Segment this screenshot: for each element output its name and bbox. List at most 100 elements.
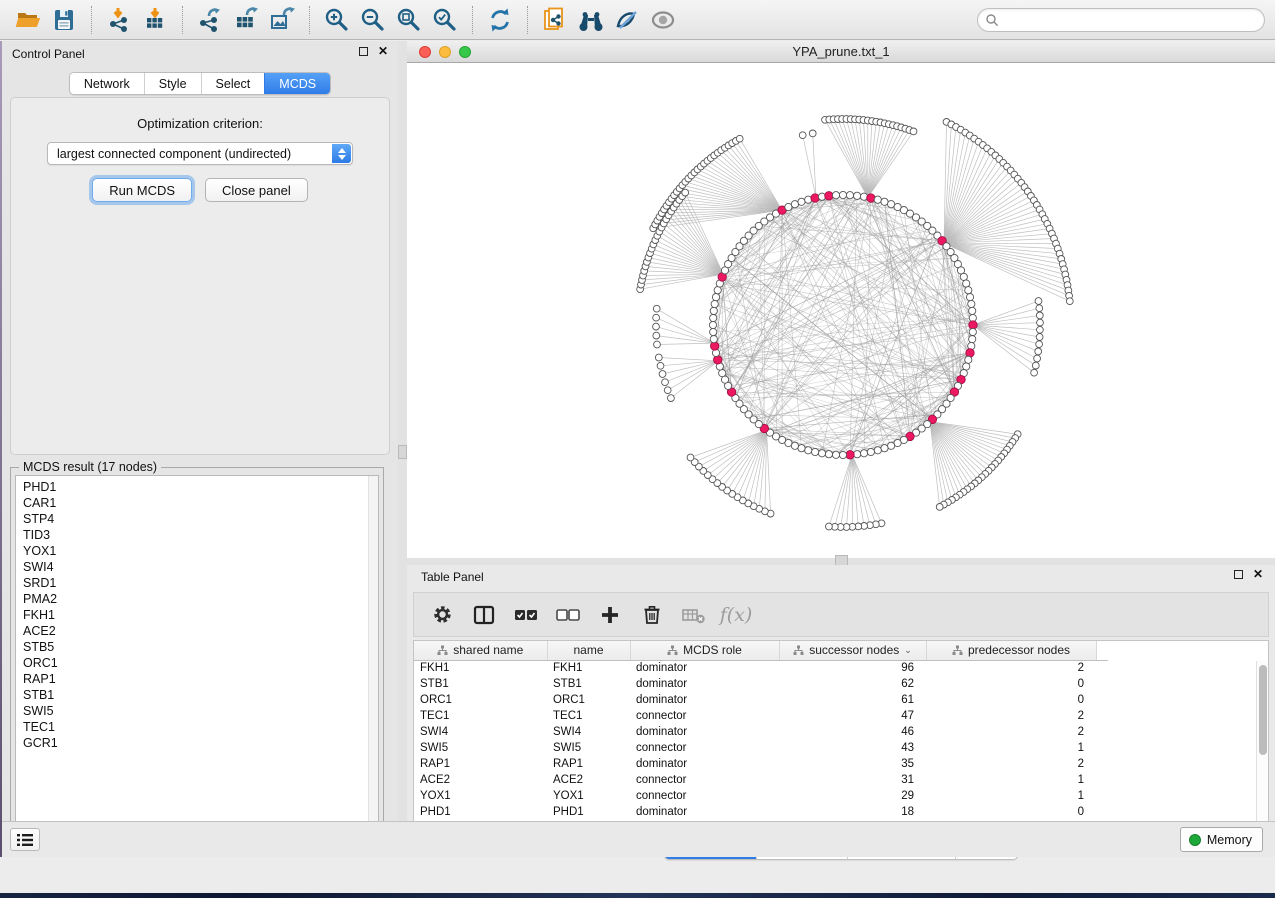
cell-MCDS-role[interactable]: connector bbox=[630, 708, 779, 724]
table-row[interactable]: ACE2ACE2connector311 bbox=[414, 772, 1108, 788]
table-row[interactable]: ORC1ORC1dominator610 bbox=[414, 692, 1108, 708]
cell-name[interactable]: YOX1 bbox=[547, 788, 630, 804]
float-panel-icon[interactable] bbox=[1234, 570, 1243, 579]
cell-successor-nodes[interactable]: 29 bbox=[779, 788, 926, 804]
result-node[interactable]: PHD1 bbox=[23, 479, 378, 495]
import-network-button[interactable] bbox=[101, 3, 137, 37]
tab-mcds[interactable]: MCDS bbox=[264, 73, 330, 94]
node-table-grid[interactable]: shared namenameMCDS rolesuccessor nodes⌄… bbox=[414, 641, 1108, 820]
table-row[interactable]: TEC1TEC1connector472 bbox=[414, 708, 1108, 724]
table-row[interactable]: SWI4SWI4dominator462 bbox=[414, 724, 1108, 740]
cell-MCDS-role[interactable]: dominator bbox=[630, 724, 779, 740]
close-panel-icon[interactable]: ✕ bbox=[1253, 570, 1263, 579]
cell-name[interactable]: RAP1 bbox=[547, 756, 630, 772]
close-panel-icon[interactable]: ✕ bbox=[378, 47, 388, 56]
table-row[interactable]: FKH1FKH1dominator962 bbox=[414, 660, 1108, 676]
zoom-out-button[interactable] bbox=[355, 3, 391, 37]
delete-columns-button[interactable] bbox=[638, 601, 666, 629]
cell-MCDS-role[interactable]: dominator bbox=[630, 676, 779, 692]
mcds-hub-node[interactable] bbox=[846, 451, 854, 459]
zoom-selected-button[interactable] bbox=[427, 3, 463, 37]
table-scrollbar[interactable] bbox=[1256, 661, 1268, 832]
select-all-rows-button[interactable] bbox=[512, 601, 540, 629]
float-panel-icon[interactable] bbox=[359, 47, 368, 56]
column-header-successor-nodes[interactable]: successor nodes⌄ bbox=[779, 641, 926, 660]
cell-predecessor-nodes[interactable]: 1 bbox=[926, 772, 1096, 788]
mcds-hub-node[interactable] bbox=[969, 321, 977, 329]
tab-network[interactable]: Network bbox=[70, 73, 144, 94]
result-node[interactable]: GCR1 bbox=[23, 735, 378, 751]
run-mcds-button[interactable]: Run MCDS bbox=[92, 178, 192, 202]
result-node[interactable]: TID3 bbox=[23, 527, 378, 543]
result-list-scrollbar[interactable] bbox=[368, 476, 378, 833]
mcds-result-list[interactable]: PHD1CAR1STP4TID3YOX1SWI4SRD1PMA2FKH1ACE2… bbox=[15, 475, 379, 834]
cell-MCDS-role[interactable]: dominator bbox=[630, 692, 779, 708]
memory-button[interactable]: Memory bbox=[1180, 827, 1263, 852]
cell-name[interactable]: PHD1 bbox=[547, 804, 630, 820]
delete-table-button[interactable] bbox=[680, 601, 708, 629]
tab-style[interactable]: Style bbox=[144, 73, 201, 94]
search-input[interactable] bbox=[977, 8, 1265, 32]
column-header-shared-name[interactable]: shared name bbox=[414, 641, 547, 660]
mcds-hub-node[interactable] bbox=[825, 192, 833, 200]
cell-shared-name[interactable]: PHD1 bbox=[414, 804, 547, 820]
export-network-button[interactable] bbox=[192, 3, 228, 37]
column-header-name[interactable]: name bbox=[547, 641, 630, 660]
cell-name[interactable]: SWI4 bbox=[547, 724, 630, 740]
cell-shared-name[interactable]: ORC1 bbox=[414, 692, 547, 708]
cell-successor-nodes[interactable]: 35 bbox=[779, 756, 926, 772]
create-column-button[interactable] bbox=[596, 601, 624, 629]
result-node[interactable]: STP4 bbox=[23, 511, 378, 527]
cell-successor-nodes[interactable]: 96 bbox=[779, 660, 926, 676]
cell-MCDS-role[interactable]: connector bbox=[630, 788, 779, 804]
cell-shared-name[interactable]: SWI5 bbox=[414, 740, 547, 756]
cell-shared-name[interactable]: TEC1 bbox=[414, 708, 547, 724]
cell-predecessor-nodes[interactable]: 0 bbox=[926, 804, 1096, 820]
show-hidden-button[interactable] bbox=[645, 3, 681, 37]
import-table-button[interactable] bbox=[137, 3, 173, 37]
close-panel-button[interactable]: Close panel bbox=[205, 178, 308, 202]
result-node[interactable]: TEC1 bbox=[23, 719, 378, 735]
cell-predecessor-nodes[interactable]: 0 bbox=[926, 676, 1096, 692]
cell-successor-nodes[interactable]: 18 bbox=[779, 804, 926, 820]
result-node[interactable]: RAP1 bbox=[23, 671, 378, 687]
export-image-button[interactable] bbox=[264, 3, 300, 37]
open-session-button[interactable] bbox=[10, 3, 46, 37]
cell-successor-nodes[interactable]: 43 bbox=[779, 740, 926, 756]
network-canvas[interactable] bbox=[407, 63, 1275, 558]
task-history-button[interactable] bbox=[10, 828, 40, 851]
result-node[interactable]: CAR1 bbox=[23, 495, 378, 511]
cell-successor-nodes[interactable]: 47 bbox=[779, 708, 926, 724]
column-header-MCDS-role[interactable]: MCDS role bbox=[630, 641, 779, 660]
cell-successor-nodes[interactable]: 31 bbox=[779, 772, 926, 788]
cell-successor-nodes[interactable]: 46 bbox=[779, 724, 926, 740]
table-row[interactable]: SWI5SWI5connector431 bbox=[414, 740, 1108, 756]
result-node[interactable]: SRD1 bbox=[23, 575, 378, 591]
cell-MCDS-role[interactable]: connector bbox=[630, 772, 779, 788]
cell-predecessor-nodes[interactable]: 1 bbox=[926, 788, 1096, 804]
cell-name[interactable]: SWI5 bbox=[547, 740, 630, 756]
cell-MCDS-role[interactable]: connector bbox=[630, 740, 779, 756]
table-row[interactable]: STB1STB1dominator620 bbox=[414, 676, 1108, 692]
result-node[interactable]: SWI4 bbox=[23, 559, 378, 575]
tab-select[interactable]: Select bbox=[201, 73, 265, 94]
cell-predecessor-nodes[interactable]: 0 bbox=[926, 692, 1096, 708]
mcds-hub-node[interactable] bbox=[867, 194, 875, 202]
result-node[interactable]: ORC1 bbox=[23, 655, 378, 671]
table-settings-button[interactable] bbox=[428, 601, 456, 629]
cell-predecessor-nodes[interactable]: 2 bbox=[926, 708, 1096, 724]
cell-MCDS-role[interactable]: dominator bbox=[630, 756, 779, 772]
table-row[interactable]: YOX1YOX1connector291 bbox=[414, 788, 1108, 804]
deselect-all-rows-button[interactable] bbox=[554, 601, 582, 629]
zoom-fit-button[interactable] bbox=[391, 3, 427, 37]
zoom-in-button[interactable] bbox=[319, 3, 355, 37]
result-node[interactable]: ACE2 bbox=[23, 623, 378, 639]
cell-successor-nodes[interactable]: 61 bbox=[779, 692, 926, 708]
result-node[interactable]: YOX1 bbox=[23, 543, 378, 559]
scrollbar-thumb[interactable] bbox=[1259, 665, 1267, 755]
result-node[interactable]: STB5 bbox=[23, 639, 378, 655]
first-neighbors-button[interactable] bbox=[573, 3, 609, 37]
cell-predecessor-nodes[interactable]: 2 bbox=[926, 660, 1096, 676]
search-field[interactable] bbox=[977, 8, 1265, 32]
result-node[interactable]: STB1 bbox=[23, 687, 378, 703]
